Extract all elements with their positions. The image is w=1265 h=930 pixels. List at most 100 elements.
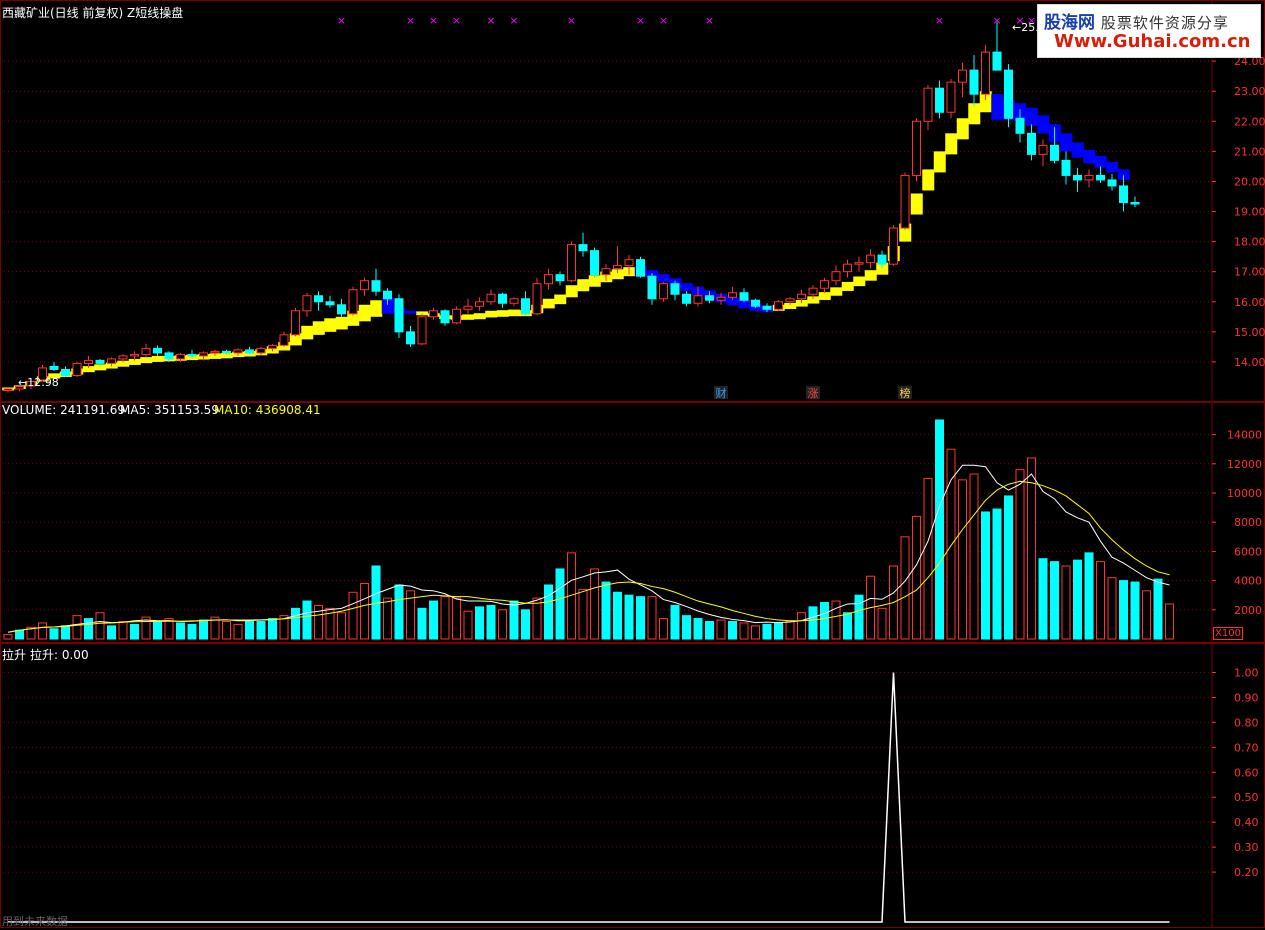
candle-body (394, 298, 404, 333)
candle-body (716, 296, 726, 301)
volume-bar (969, 473, 979, 640)
trend-ribbon-segment (301, 325, 314, 340)
candle-body (601, 268, 611, 276)
candle-body (935, 87, 944, 113)
volume-bar (1004, 495, 1013, 640)
volume-bar (1027, 457, 1036, 640)
trend-ribbon-segment (1037, 115, 1050, 134)
volume-bar (935, 419, 944, 640)
price-tick-label: 21.00 (1234, 145, 1265, 158)
event-tag-text: 财 (716, 386, 727, 400)
volume-bar (1119, 580, 1128, 640)
volume-bar (348, 591, 358, 640)
volume-bar (613, 591, 622, 640)
volume-bar (1096, 561, 1105, 640)
trend-ribbon-segment (1083, 149, 1096, 164)
trend-ribbon-segment (335, 316, 348, 330)
trend-ribbon-segment (968, 103, 981, 125)
volume-bar (521, 609, 530, 640)
volume-bar (245, 619, 254, 640)
watermark-brand: 股海网 (1044, 13, 1095, 33)
low-price-value: 12.98 (27, 376, 59, 389)
future-data-note: 用到未来数据 (2, 915, 68, 928)
candle-body (992, 51, 1002, 71)
volume-bar (383, 597, 392, 640)
trend-ribbon-segment (1060, 133, 1073, 152)
candle-body (981, 51, 990, 95)
volume-bar (452, 597, 461, 640)
candle-body (406, 331, 415, 345)
trend-ribbon-segment (910, 193, 923, 215)
candle-body (578, 244, 588, 252)
volume-bar (486, 604, 496, 640)
trend-ribbon-segment (542, 298, 555, 309)
signal-marker: × (659, 14, 668, 27)
candle-body (762, 305, 772, 310)
signal-marker: × (486, 14, 495, 27)
volume-bar (1107, 577, 1117, 640)
volume-bar (992, 508, 1002, 640)
candle-body (682, 293, 691, 304)
volume-bar (222, 620, 231, 640)
candle-body (670, 283, 680, 295)
volume-bar (716, 619, 726, 640)
indicator-tick-label: 0.80 (1234, 716, 1259, 729)
price-tick-label: 23.00 (1234, 85, 1265, 98)
candle-body (279, 334, 289, 346)
candle-body (268, 344, 277, 349)
price-tick-label: 14.00 (1234, 356, 1265, 369)
candle-body (1050, 144, 1059, 161)
volume-bar (291, 607, 300, 640)
candle-body (118, 355, 128, 360)
trend-ribbon-segment (1094, 155, 1107, 168)
candle-body (348, 289, 358, 315)
trend-ribbon-segment (853, 276, 866, 287)
volume-unit-label: X100 (1213, 627, 1243, 640)
candle-body (647, 275, 657, 300)
candle-body (1073, 174, 1082, 181)
volume-bar (1061, 565, 1071, 640)
volume-bar (946, 448, 956, 640)
volume-bar (187, 623, 197, 640)
trend-ribbon-segment (577, 279, 590, 292)
signal-marker: × (636, 14, 645, 27)
candle-body (176, 353, 185, 360)
candle-body (659, 283, 668, 300)
volume-bar (475, 606, 484, 640)
trend-ribbon-segment (1106, 161, 1119, 173)
candle-body (475, 301, 484, 307)
volume-bar (705, 620, 714, 640)
signal-marker: × (567, 14, 576, 27)
volume-bar (38, 622, 47, 640)
candle-body (95, 359, 105, 364)
price-tick-label: 20.00 (1234, 175, 1265, 188)
volume-bar (118, 620, 128, 640)
candle-body (820, 280, 829, 289)
candle-body (1096, 174, 1105, 181)
watermark-url: Www.Guhai.com.cn (1054, 31, 1251, 52)
price-tick-label: 22.00 (1234, 115, 1265, 128)
candle-body (624, 259, 634, 267)
trend-ribbon-segment (956, 118, 969, 140)
candle-body (440, 310, 450, 324)
chart-title: 西藏矿业(日线 前复权) Z短线操盘 (2, 6, 184, 20)
candle-body (49, 365, 59, 370)
volume-bar (624, 594, 634, 640)
volume-bar (256, 620, 266, 640)
volume-bar (831, 600, 841, 640)
volume-bar (498, 609, 507, 640)
event-tag-text: 涨 (808, 387, 819, 400)
trend-ribbon-segment (404, 310, 417, 314)
signal-marker: × (992, 14, 1001, 27)
volume-bar (429, 600, 438, 640)
volume-bar (1050, 561, 1059, 640)
candle-body (417, 316, 427, 345)
volume-bar (854, 594, 864, 640)
candle-body (463, 305, 473, 310)
volume-tick-label: 10000 (1227, 487, 1262, 500)
candle-body (187, 353, 197, 357)
volume-bar (3, 634, 13, 640)
candle-body (72, 362, 82, 376)
signal-marker: × (509, 14, 518, 27)
candle-body (705, 295, 714, 301)
